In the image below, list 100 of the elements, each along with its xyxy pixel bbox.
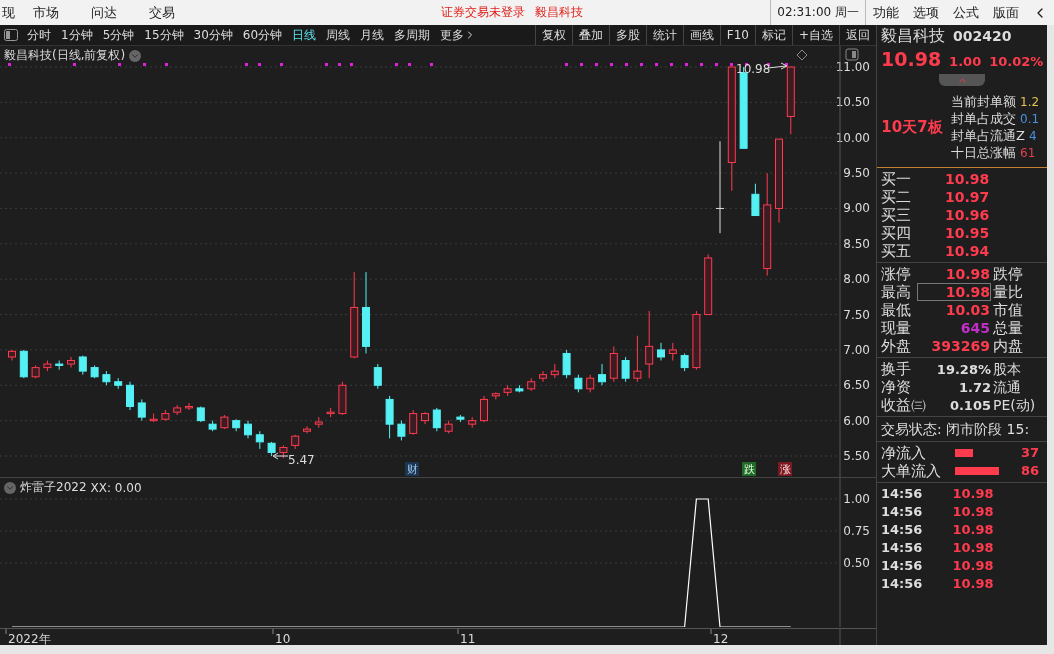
axis-label: 7.00 xyxy=(843,342,870,357)
tick-time: 14:56 xyxy=(881,539,923,557)
tool-button[interactable]: 复权 xyxy=(534,25,572,45)
indicator-reading: : 0.00 xyxy=(107,480,142,495)
percent-change: 10.02% xyxy=(989,53,1044,71)
tick-time: 14:56 xyxy=(881,503,923,521)
period-tab[interactable]: 月线 xyxy=(355,25,390,45)
tick-time: 14:56 xyxy=(881,557,923,575)
menu-item[interactable]: 现 xyxy=(0,0,17,25)
last-price: 10.98 xyxy=(881,47,942,71)
diamond-icon[interactable] xyxy=(796,49,808,61)
panel-toggle-icon[interactable] xyxy=(845,48,859,61)
candle xyxy=(562,349,571,379)
indicator-title: 炸雷子2022 xyxy=(20,479,87,496)
period-tab[interactable]: 周线 xyxy=(321,25,356,45)
candle xyxy=(609,345,618,383)
period-tab[interactable]: 更多 xyxy=(435,25,482,45)
dropdown-icon[interactable] xyxy=(4,481,16,494)
candle xyxy=(43,360,52,372)
candle xyxy=(444,420,453,434)
menu-item[interactable]: 功能 xyxy=(866,0,906,25)
stat-label: 市值 xyxy=(993,301,1023,319)
stat-label: 最高 xyxy=(881,283,912,301)
stat-label: 内盘 xyxy=(993,337,1023,355)
panel-toggle-icon[interactable] xyxy=(4,29,18,41)
candle xyxy=(645,310,654,379)
period-tab[interactable]: 日线 xyxy=(287,25,322,45)
period-tab[interactable]: 15分钟 xyxy=(139,25,189,45)
stat-label: 总量 xyxy=(993,319,1023,337)
tool-button[interactable]: 统计 xyxy=(645,25,683,45)
tool-button[interactable]: +自选 xyxy=(791,25,839,45)
axis-label: 9.00 xyxy=(843,201,870,216)
login-notice: 证券交易未登录 xyxy=(441,4,525,21)
candle xyxy=(90,364,99,379)
candle xyxy=(31,364,40,379)
bid-label: 买五 xyxy=(881,242,912,260)
candle xyxy=(657,342,665,361)
stat-value: 0.105 xyxy=(948,397,991,415)
menu-item[interactable]: 公式 xyxy=(946,0,986,25)
candle xyxy=(326,407,335,418)
candle xyxy=(279,444,288,459)
stock-code: 002420 xyxy=(953,27,1012,46)
tool-button[interactable]: 画线 xyxy=(682,25,720,45)
period-tab[interactable]: 多周期 xyxy=(389,25,436,45)
axis-label: 10 xyxy=(275,632,291,645)
flow-bar xyxy=(955,449,973,457)
bid-price: 10.98 xyxy=(945,170,990,188)
period-tab[interactable]: 60分钟 xyxy=(237,25,288,45)
candle xyxy=(598,363,606,386)
candle xyxy=(149,413,158,423)
axis-label: 8.50 xyxy=(843,236,870,251)
period-tab[interactable]: 1分钟 xyxy=(56,25,98,45)
menu-item[interactable]: 版面 xyxy=(986,0,1026,25)
candle xyxy=(314,416,323,429)
candle xyxy=(208,420,217,432)
flow-label: 大单流入 xyxy=(881,462,942,480)
candle xyxy=(220,414,229,430)
candle xyxy=(503,384,512,397)
event-badge[interactable]: 跌 xyxy=(742,462,756,476)
stat-value: 0.1 xyxy=(1020,111,1040,128)
candle xyxy=(173,404,182,416)
axis-label: 11 xyxy=(460,632,476,645)
candle xyxy=(409,409,418,436)
candle xyxy=(185,402,193,411)
axis-label: 6.00 xyxy=(843,413,870,428)
stat-value: 10.03 xyxy=(944,301,991,319)
candle xyxy=(255,430,264,450)
collapse-button[interactable] xyxy=(939,74,985,86)
bid-price: 10.97 xyxy=(945,188,990,206)
tool-button[interactable]: 多股 xyxy=(608,25,646,45)
bid-label: 买二 xyxy=(881,188,912,206)
period-tab[interactable]: 5分钟 xyxy=(97,25,140,45)
axis-label: 5.50 xyxy=(843,449,870,463)
candle xyxy=(126,381,134,411)
event-badge[interactable]: 涨 xyxy=(778,462,792,476)
menu-item[interactable]: 市场 xyxy=(17,0,75,25)
price-note: 5.47 xyxy=(288,453,315,467)
chart-title: 毅昌科技(日线,前复权) xyxy=(4,47,126,64)
stat-label: 涨停 xyxy=(881,265,912,283)
stat-label: 流通 xyxy=(993,378,1021,396)
menu-item[interactable]: 问达 xyxy=(75,0,133,25)
menu-item[interactable]: 交易 xyxy=(133,0,191,25)
flow-label: 净流入 xyxy=(881,444,927,462)
tick-time: 14:56 xyxy=(881,575,923,593)
tick-price: 10.98 xyxy=(952,485,994,503)
tool-button[interactable]: 叠加 xyxy=(571,25,609,45)
stock-title: 毅昌科技 xyxy=(535,4,583,21)
dropdown-icon[interactable] xyxy=(129,49,142,62)
menu-item[interactable]: 选项 xyxy=(906,0,946,25)
tool-button[interactable]: 标记 xyxy=(754,25,792,45)
tick-price: 10.98 xyxy=(952,575,994,593)
stat-value: 4 xyxy=(1028,128,1037,145)
tool-button[interactable]: F10 xyxy=(719,25,755,45)
axis-label: 10.00 xyxy=(835,130,870,145)
candle xyxy=(621,356,630,383)
axis-label: 8.00 xyxy=(843,272,870,287)
event-badge[interactable]: 财 xyxy=(405,462,419,476)
period-tab[interactable]: 30分钟 xyxy=(188,25,238,45)
candle xyxy=(550,363,559,379)
period-tab[interactable]: 分时 xyxy=(22,25,56,45)
